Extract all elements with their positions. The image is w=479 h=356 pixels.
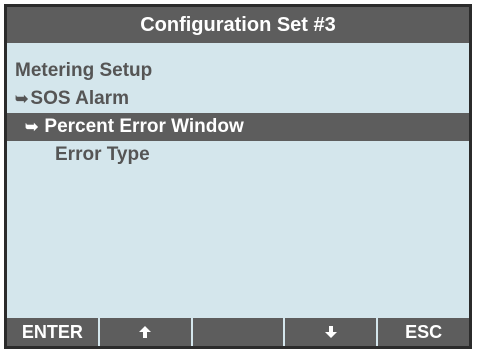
menu-item-label: Percent Error Window	[44, 116, 244, 137]
device-screen: Configuration Set #3 Metering Setup ➥ SO…	[4, 4, 472, 349]
up-softkey[interactable]	[97, 318, 191, 346]
title-bar: Configuration Set #3	[7, 7, 469, 43]
down-softkey[interactable]	[283, 318, 376, 346]
arrow-down-icon	[324, 326, 337, 338]
menu-item-sos-alarm[interactable]: ➥ SOS Alarm	[7, 85, 469, 113]
blank-softkey[interactable]	[190, 318, 284, 346]
menu-item-error-type[interactable]: Error Type	[7, 141, 469, 169]
menu-list: Metering Setup ➥ SOS Alarm ➥ Percent Err…	[7, 57, 469, 169]
menu-item-percent-error-window[interactable]: ➥ Percent Error Window	[7, 113, 469, 141]
page-title: Configuration Set #3	[140, 13, 336, 36]
softkey-bar: ENTER ESC	[7, 318, 469, 346]
menu-item-label: Error Type	[55, 144, 150, 165]
menu-item-label: SOS Alarm	[30, 88, 129, 109]
menu-item-label: Metering Setup	[15, 60, 153, 81]
enter-softkey[interactable]: ENTER	[7, 318, 98, 346]
submenu-arrow-icon: ➥	[25, 119, 39, 136]
menu-item-metering-setup[interactable]: Metering Setup	[7, 57, 469, 85]
softkey-label: ENTER	[21, 321, 83, 342]
esc-softkey[interactable]: ESC	[376, 318, 469, 346]
arrow-up-icon	[139, 326, 152, 338]
softkey-label: ESC	[405, 321, 443, 342]
submenu-arrow-icon: ➥	[15, 91, 29, 108]
